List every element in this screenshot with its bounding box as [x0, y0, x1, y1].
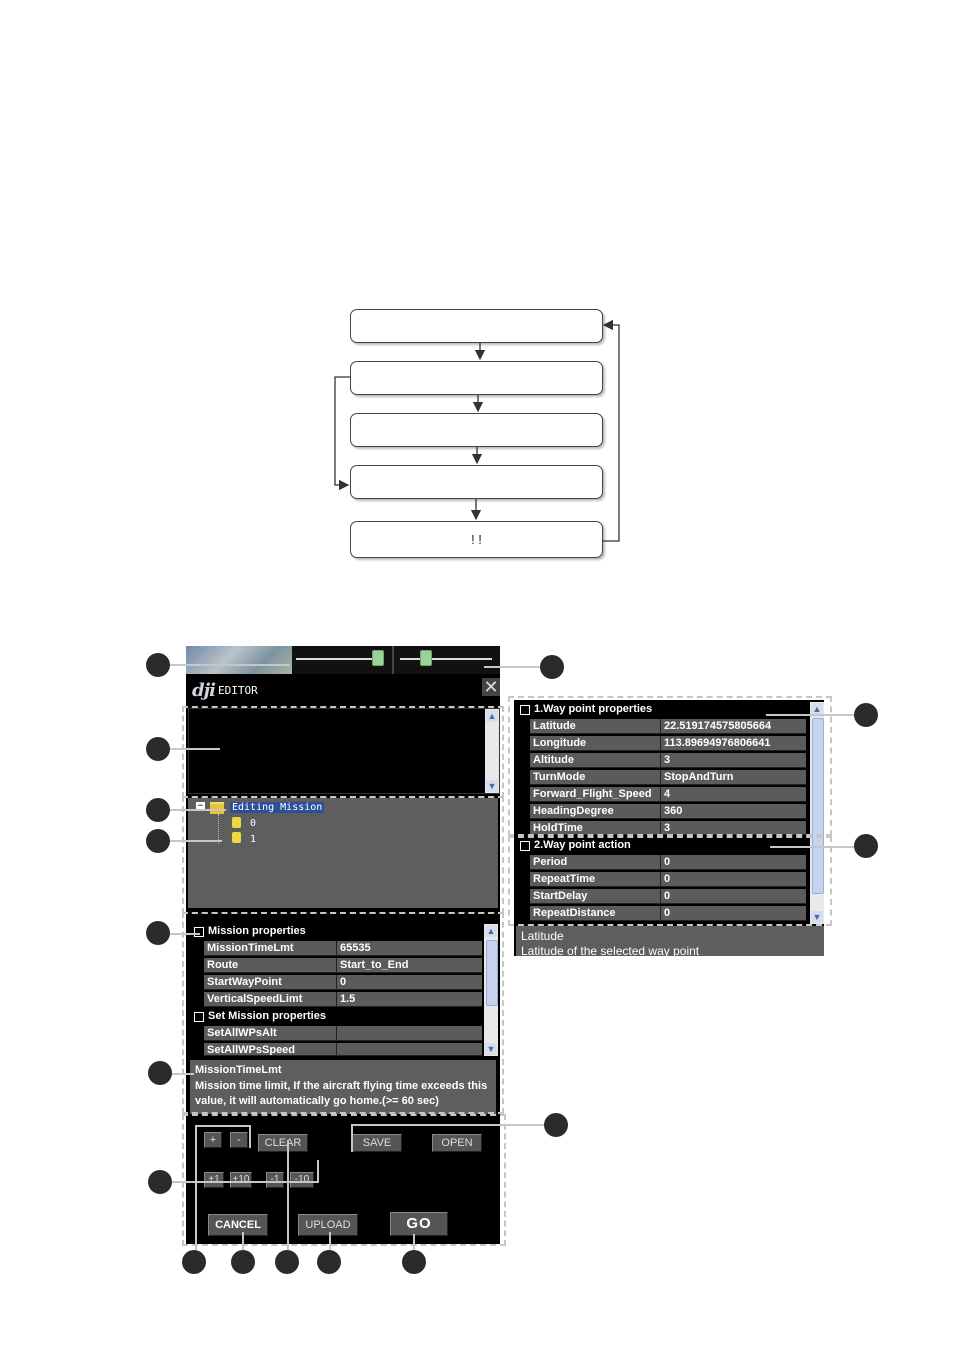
callout-marker	[148, 1061, 172, 1085]
callout-marker	[402, 1250, 426, 1274]
callout-marker	[231, 1250, 255, 1274]
callout-marker	[854, 703, 878, 727]
callout-marker	[146, 798, 170, 822]
callout-leaders	[170, 664, 854, 1250]
callout-marker	[544, 1113, 568, 1137]
callout-marker	[317, 1250, 341, 1274]
callout-marker	[146, 737, 170, 761]
callout-marker	[146, 921, 170, 945]
callout-marker	[146, 653, 170, 677]
callout-marker	[854, 834, 878, 858]
callout-marker	[540, 655, 564, 679]
callout-marker	[148, 1170, 172, 1194]
callout-marker	[146, 829, 170, 853]
callout-marker	[182, 1250, 206, 1274]
callout-marker	[275, 1250, 299, 1274]
